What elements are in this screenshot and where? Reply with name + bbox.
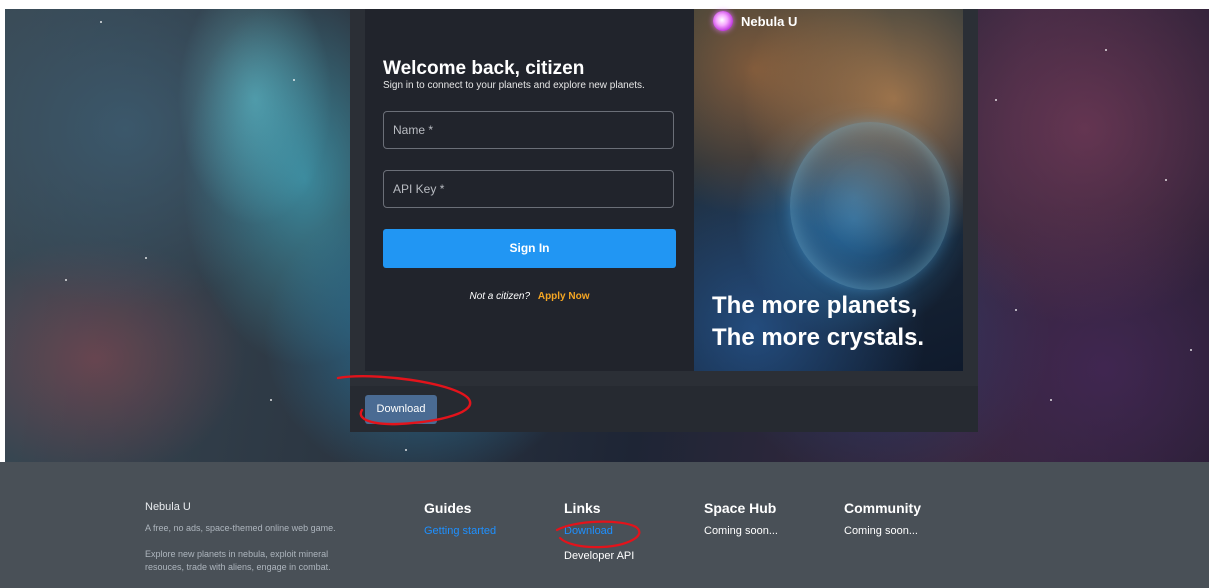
footer-heading-space-hub: Space Hub	[704, 500, 777, 516]
nebula-logo-icon	[713, 11, 733, 31]
brand-name: Nebula U	[741, 13, 798, 29]
footer-heading-links: Links	[564, 500, 601, 516]
not-citizen-text: Not a citizen?	[469, 291, 531, 302]
footer-description-2: Explore new planets in nebula, exploit m…	[145, 549, 331, 572]
api-key-input[interactable]: API Key *	[383, 170, 674, 208]
apply-row: Not a citizen? Apply Now	[383, 291, 676, 302]
brand: Nebula U	[713, 11, 797, 31]
tagline: The more planets, The more crystals.	[712, 290, 924, 354]
download-bar	[350, 386, 978, 432]
footer-brand: Nebula U	[145, 501, 191, 513]
footer: Nebula U A free, no ads, space-themed on…	[0, 462, 1209, 588]
tagline-line-2: The more crystals.	[712, 324, 925, 351]
footer-heading-community: Community	[844, 500, 921, 516]
nebula-bubble	[790, 122, 950, 290]
footer-link-download[interactable]: Download	[564, 525, 613, 537]
sign-in-button[interactable]: Sign In	[383, 229, 676, 268]
name-input[interactable]: Name *	[383, 111, 674, 149]
footer-description-1: A free, no ads, space-themed online web …	[145, 523, 336, 533]
login-subtitle: Sign in to connect to your planets and e…	[383, 80, 645, 91]
apply-now-link[interactable]: Apply Now	[538, 291, 590, 302]
footer-community-text: Coming soon...	[844, 525, 918, 537]
footer-heading-guides: Guides	[424, 500, 472, 516]
footer-space-hub-text: Coming soon...	[704, 525, 778, 537]
api-key-input-placeholder: API Key *	[393, 182, 445, 196]
download-button[interactable]: Download	[365, 395, 437, 424]
footer-link-getting-started[interactable]: Getting started	[424, 525, 496, 537]
tagline-line-1: The more planets,	[712, 292, 918, 319]
name-input-placeholder: Name *	[393, 123, 434, 137]
login-title: Welcome back, citizen	[383, 58, 585, 79]
footer-link-developer-api[interactable]: Developer API	[564, 550, 634, 562]
